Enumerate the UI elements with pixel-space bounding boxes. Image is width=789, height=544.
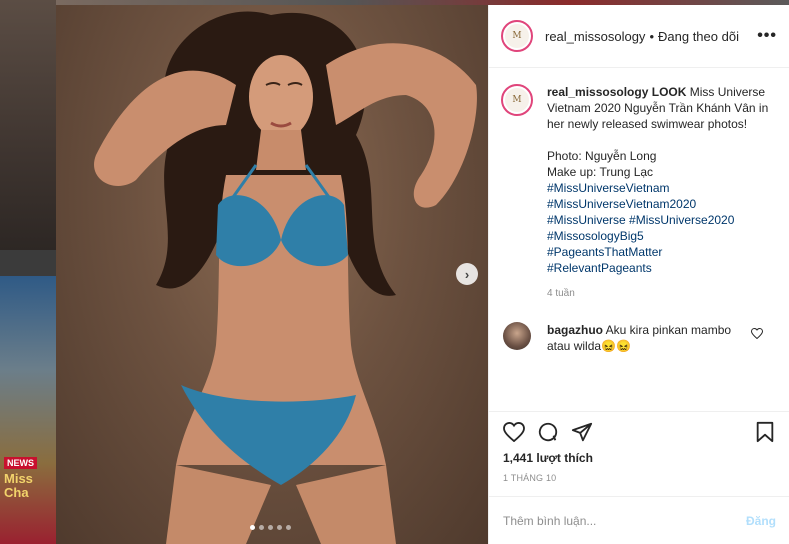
background-post-image[interactable]	[0, 0, 56, 250]
caption-body: real_missosology LOOK Miss Universe Viet…	[547, 84, 777, 302]
comment-body: bagazhuo Aku kira pinkan mambo atau wild…	[547, 322, 747, 354]
carousel-dot	[259, 525, 264, 530]
hashtag-link[interactable]: #MissUniverse #MissUniverse2020	[547, 212, 777, 228]
caption: M real_missosology LOOK Miss Universe Vi…	[501, 84, 777, 302]
more-options-icon[interactable]: •••	[757, 27, 777, 45]
post-details-panel: M real_missosology • Đang theo dõi ••• M…	[488, 5, 789, 544]
hashtag-link[interactable]: #RelevantPageants	[547, 260, 777, 276]
carousel-next-button[interactable]: ›	[456, 263, 478, 285]
background-post-image[interactable]	[0, 276, 56, 544]
post-header: M real_missosology • Đang theo dõi •••	[489, 5, 789, 68]
profile-avatar[interactable]: M	[501, 20, 533, 52]
avatar-logo: M	[505, 88, 529, 112]
carousel-dot	[277, 525, 282, 530]
comment-bubble-icon[interactable]	[537, 421, 559, 443]
carousel-dot	[250, 525, 255, 530]
carousel-dot	[268, 525, 273, 530]
background-headline: Miss Cha	[4, 471, 33, 500]
caption-text: LOOK Miss Universe Vietnam 2020 Nguyễn T…	[547, 85, 769, 179]
header-username[interactable]: real_missosology	[545, 29, 645, 44]
comment-like-icon[interactable]	[750, 327, 764, 342]
action-bar	[489, 411, 789, 451]
likes-count[interactable]: 1,441 lượt thích	[489, 451, 789, 473]
model-illustration	[94, 11, 477, 544]
post-comment-button[interactable]: Đăng	[746, 514, 776, 528]
following-button[interactable]: Đang theo dõi	[658, 29, 739, 44]
post-photo[interactable]: ›	[56, 5, 488, 544]
caption-timestamp[interactable]: 4 tuần	[547, 286, 777, 302]
comment-input[interactable]	[503, 513, 746, 528]
comments-section[interactable]: M real_missosology LOOK Miss Universe Vi…	[489, 68, 789, 411]
header-separator: •	[649, 28, 654, 44]
news-badge: NEWS	[4, 457, 37, 469]
hashtag-link[interactable]: #PageantsThatMatter	[547, 244, 777, 260]
share-send-icon[interactable]	[571, 421, 593, 443]
background-gap	[0, 250, 56, 276]
avatar-logo: M	[505, 24, 529, 48]
like-heart-icon[interactable]	[503, 421, 525, 442]
save-bookmark-icon[interactable]	[755, 421, 775, 443]
caption-avatar[interactable]: M	[501, 84, 533, 116]
commenter-avatar[interactable]	[503, 322, 531, 350]
comment-item: bagazhuo Aku kira pinkan mambo atau wild…	[501, 322, 777, 354]
carousel-indicator	[250, 525, 291, 530]
comment-username[interactable]: bagazhuo	[547, 323, 603, 337]
caption-look-label: LOOK	[651, 85, 687, 99]
hashtag-link[interactable]: #MissosologyBig5	[547, 228, 777, 244]
caption-username[interactable]: real_missosology	[547, 85, 648, 99]
add-comment-bar: Đăng	[489, 496, 789, 544]
hashtag-link[interactable]: #MissUniverseVietnam2020	[547, 196, 777, 212]
hashtag-link[interactable]: #MissUniverseVietnam	[547, 180, 777, 196]
carousel-dot	[286, 525, 291, 530]
background-feed: NEWS Miss Cha	[0, 0, 56, 544]
